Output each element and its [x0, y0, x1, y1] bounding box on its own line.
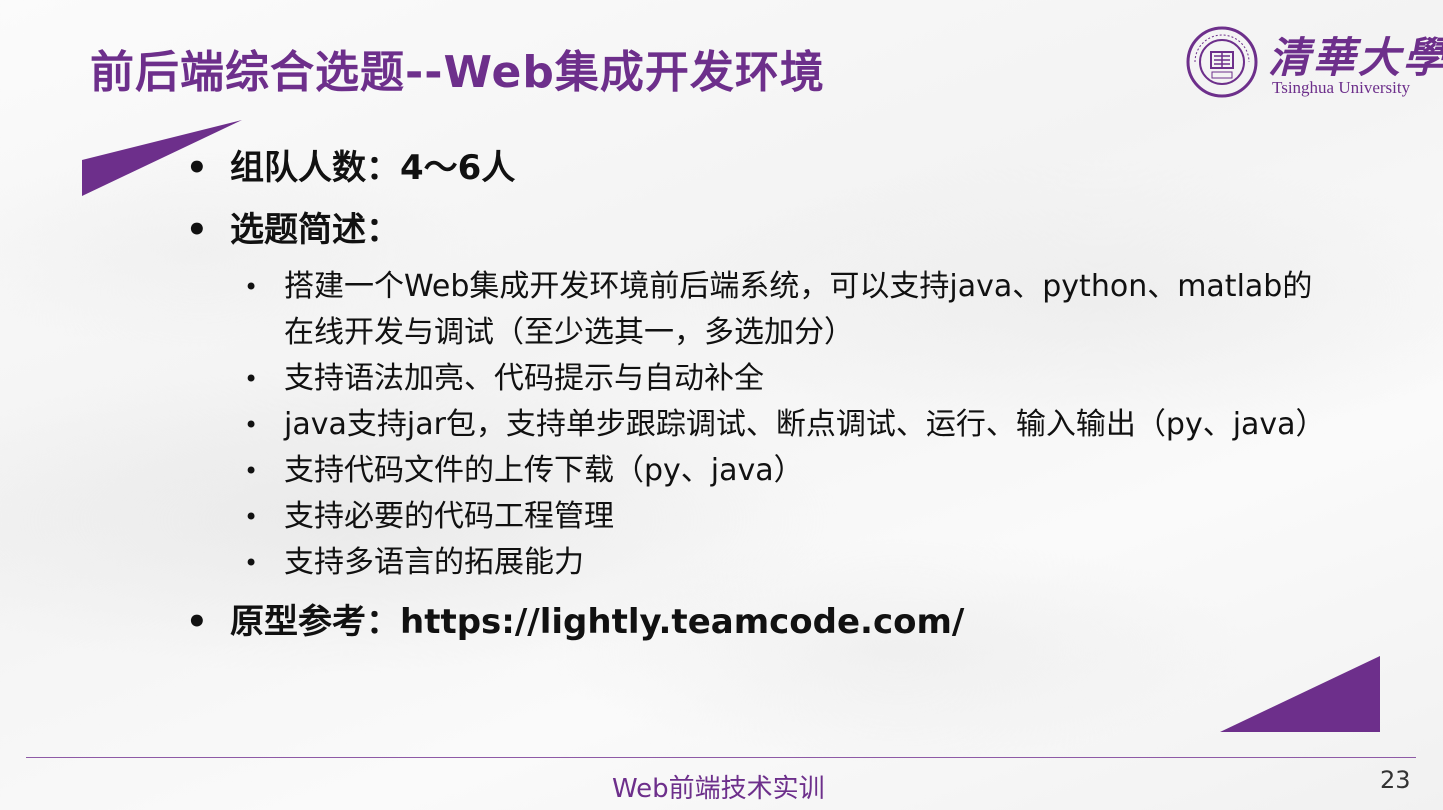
bullet-icon: • [244, 549, 259, 577]
bullet-text: 组队人数：4～6人 [230, 148, 516, 188]
bullet-icon: • [244, 503, 259, 531]
footer-divider [26, 757, 1416, 758]
page-number: 23 [1380, 766, 1411, 794]
sub-bullet: • 支持多语言的拓展能力 [186, 540, 1366, 586]
slide-content: • 组队人数：4～6人 • 选题简述： • 搭建一个Web集成开发环境前后端系统… [186, 142, 1366, 648]
bullet-text: 原型参考：https://lightly.teamcode.com/ [230, 602, 965, 642]
sub-bullet-text: java支持jar包，支持单步跟踪调试、断点调试、运行、输入输出（py、java… [284, 407, 1326, 442]
sub-bullet-text: 搭建一个Web集成开发环境前后端系统，可以支持java、python、matla… [284, 269, 1313, 350]
sub-bullet-text: 支持必要的代码工程管理 [284, 499, 614, 534]
bullet-icon: • [244, 457, 259, 485]
sub-bullet: • java支持jar包，支持单步跟踪调试、断点调试、运行、输入输出（py、ja… [186, 402, 1366, 448]
logo-calligraphy: 清華大學 [1268, 33, 1443, 82]
sub-bullet-text: 支持代码文件的上传下载（py、java） [284, 453, 804, 488]
sub-bullet-text: 支持多语言的拓展能力 [284, 545, 584, 580]
bullet-icon: • [186, 148, 208, 188]
bullet-text: 选题简述： [230, 210, 400, 250]
tsinghua-logo: 清華大學 Tsinghua University [1186, 22, 1443, 102]
bullet-icon: • [186, 602, 208, 642]
bullet-icon: • [244, 411, 259, 439]
page-title: 前后端综合选题--Web集成开发环境 [90, 47, 825, 98]
university-seal-icon [1186, 26, 1258, 98]
sub-bullet: • 支持代码文件的上传下载（py、java） [186, 448, 1366, 494]
bullet-topic-description: • 选题简述： [186, 204, 1366, 256]
bullet-icon: • [244, 365, 259, 393]
bullet-icon: • [186, 210, 208, 250]
sub-bullet: • 搭建一个Web集成开发环境前后端系统，可以支持java、python、mat… [186, 264, 1366, 356]
sub-bullet-text: 支持语法加亮、代码提示与自动补全 [284, 361, 764, 396]
bullet-icon: • [244, 273, 259, 301]
logo-english-name: Tsinghua University [1272, 78, 1411, 97]
sub-bullet: • 支持语法加亮、代码提示与自动补全 [186, 356, 1366, 402]
decorative-triangle-bottom [1220, 656, 1380, 732]
sub-bullet: • 支持必要的代码工程管理 [186, 494, 1366, 540]
footer-course-name: Web前端技术实训 [612, 774, 825, 804]
bullet-prototype-reference: • 原型参考：https://lightly.teamcode.com/ [186, 596, 1366, 648]
bullet-team-size: • 组队人数：4～6人 [186, 142, 1366, 194]
